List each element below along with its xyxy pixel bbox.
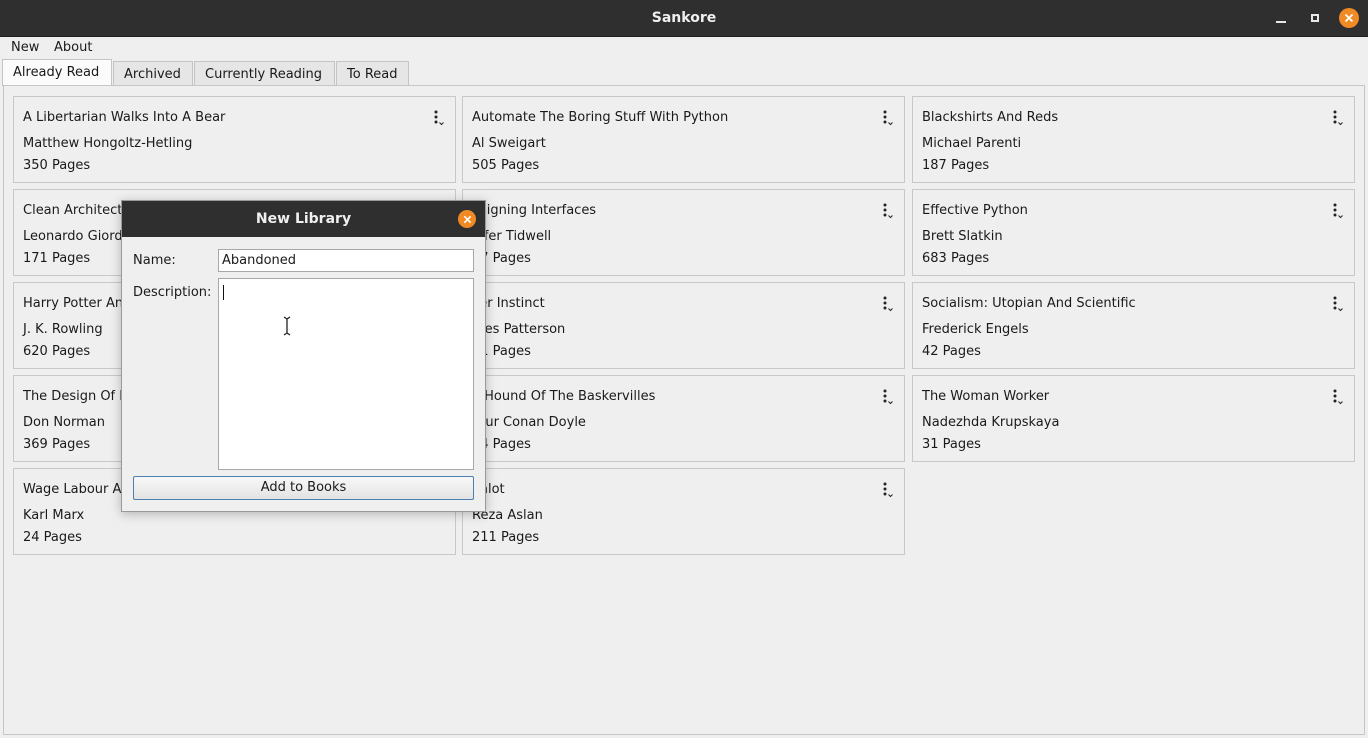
book-card[interactable]: The Woman Worker Nadezhda Krupskaya 31 P…: [912, 375, 1355, 462]
book-pages: 171 Pages: [23, 251, 91, 266]
tab-archived[interactable]: Archived: [113, 61, 193, 86]
dialog-title-bar[interactable]: New Library: [122, 201, 485, 237]
close-icon: [463, 215, 471, 223]
more-options-icon[interactable]: [880, 481, 894, 499]
book-card[interactable]: Effective Python Brett Slatkin 683 Pages: [912, 189, 1355, 276]
book-pages: 42 Pages: [922, 344, 981, 359]
tab-to-read[interactable]: To Read: [336, 61, 409, 86]
book-title: Harry Potter An: [23, 296, 124, 311]
book-author: Leonardo Giord: [23, 229, 123, 244]
book-author: Frederick Engels: [922, 322, 1029, 337]
book-pages: 211 Pages: [472, 530, 540, 545]
close-icon: [1344, 13, 1354, 23]
app-window: Sankore New About Already Read Archived …: [0, 0, 1368, 738]
book-title: The Woman Worker: [922, 389, 1050, 404]
more-options-icon[interactable]: [880, 109, 894, 127]
text-caret: [223, 285, 224, 300]
book-author: Nadezhda Krupskaya: [922, 415, 1060, 430]
book-title: Wage Labour A: [23, 482, 122, 497]
book-pages: 620 Pages: [23, 344, 91, 359]
book-author: J. K. Rowling: [23, 322, 103, 337]
text-cursor-icon: [283, 316, 291, 336]
book-pages: 505 Pages: [472, 158, 540, 173]
add-to-books-button[interactable]: Add to Books: [133, 476, 474, 500]
close-button[interactable]: [1339, 8, 1359, 28]
book-title: A Libertarian Walks Into A Bear: [23, 110, 226, 125]
book-title: Socialism: Utopian And Scientific: [922, 296, 1136, 311]
tab-already-read[interactable]: Already Read: [2, 59, 112, 86]
book-pages: 24 Pages: [23, 530, 82, 545]
more-options-icon[interactable]: [880, 388, 894, 406]
book-title: e Hound Of The Baskervilles: [472, 389, 656, 404]
book-author: Al Sweigart: [472, 136, 546, 151]
tab-currently-reading[interactable]: Currently Reading: [194, 61, 335, 86]
description-textarea[interactable]: [218, 278, 474, 470]
window-title: Sankore: [651, 10, 717, 26]
book-author: thur Conan Doyle: [472, 415, 586, 430]
book-card[interactable]: Socialism: Utopian And Scientific Freder…: [912, 282, 1355, 369]
book-card[interactable]: ller Instinct mes Patterson 31 Pages: [462, 282, 905, 369]
name-label: Name:: [133, 253, 176, 268]
book-pages: 187 Pages: [922, 158, 990, 173]
more-options-icon[interactable]: [880, 202, 894, 220]
book-author: Brett Slatkin: [922, 229, 1003, 244]
book-card[interactable]: A Libertarian Walks Into A Bear Matthew …: [13, 96, 456, 183]
more-options-icon[interactable]: [880, 295, 894, 313]
name-input[interactable]: [218, 249, 474, 272]
minimize-button[interactable]: [1271, 8, 1291, 28]
book-author: Matthew Hongoltz-Hetling: [23, 136, 193, 151]
book-card[interactable]: Automate The Boring Stuff With Python Al…: [462, 96, 905, 183]
new-library-dialog: New Library Name: Description: Add to Bo…: [121, 200, 486, 512]
book-title: The Design Of E: [23, 389, 128, 404]
tab-bar: Already Read Archived Currently Reading …: [0, 59, 1368, 86]
maximize-icon: [1311, 14, 1319, 22]
book-title: esigning Interfaces: [472, 203, 597, 218]
menu-bar: New About: [0, 37, 1368, 59]
book-author: Michael Parenti: [922, 136, 1022, 151]
menu-new[interactable]: New: [11, 40, 39, 55]
more-options-icon[interactable]: [431, 109, 445, 127]
book-pages: 350 Pages: [23, 158, 91, 173]
book-title: Clean Architect: [23, 203, 123, 218]
book-author: Don Norman: [23, 415, 105, 430]
book-card[interactable]: esigning Interfaces nifer Tidwell 77 Pag…: [462, 189, 905, 276]
description-label: Description:: [133, 285, 212, 300]
book-title: Automate The Boring Stuff With Python: [472, 110, 729, 125]
book-card[interactable]: e Hound Of The Baskervilles thur Conan D…: [462, 375, 905, 462]
title-bar[interactable]: Sankore: [0, 0, 1368, 37]
book-pages: 369 Pages: [23, 437, 91, 452]
dialog-close-button[interactable]: [458, 210, 476, 228]
more-options-icon[interactable]: [1330, 202, 1344, 220]
book-title: Effective Python: [922, 203, 1028, 218]
book-card[interactable]: ealot Reza Aslan 211 Pages: [462, 468, 905, 555]
maximize-button[interactable]: [1305, 8, 1325, 28]
menu-about[interactable]: About: [54, 40, 92, 55]
book-author: Karl Marx: [23, 508, 85, 523]
more-options-icon[interactable]: [1330, 295, 1344, 313]
dialog-title: New Library: [255, 211, 352, 227]
minimize-icon: [1276, 21, 1286, 23]
more-options-icon[interactable]: [1330, 109, 1344, 127]
more-options-icon[interactable]: [1330, 388, 1344, 406]
book-card[interactable]: Blackshirts And Reds Michael Parenti 187…: [912, 96, 1355, 183]
book-pages: 683 Pages: [922, 251, 990, 266]
book-title: Blackshirts And Reds: [922, 110, 1059, 125]
book-pages: 31 Pages: [922, 437, 981, 452]
